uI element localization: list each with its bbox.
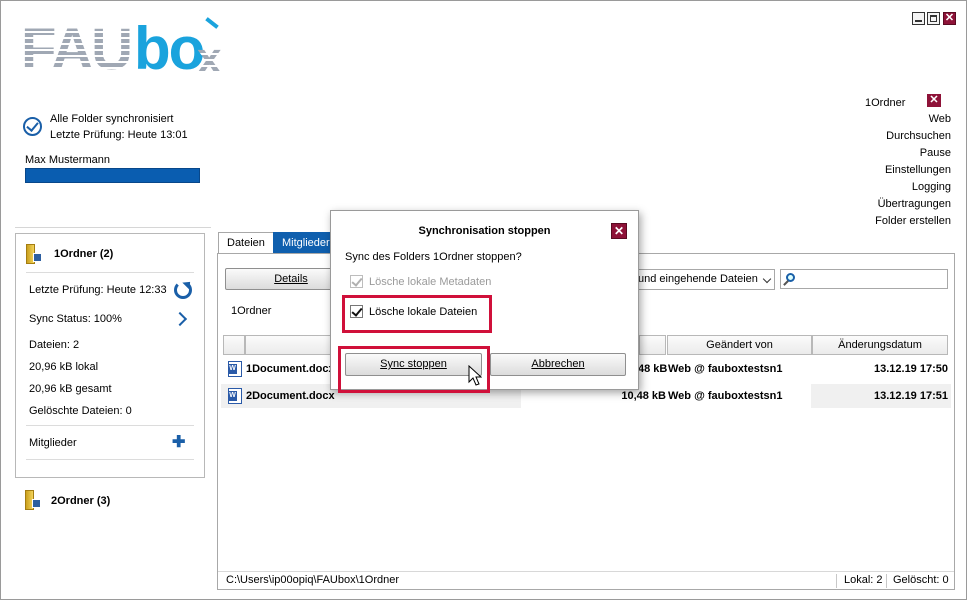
last-check-text: Letzte Prüfung: Heute 13:01 — [50, 129, 188, 141]
folder-icon — [26, 244, 42, 264]
delete-files-checkbox[interactable] — [350, 305, 363, 318]
divider — [886, 574, 887, 588]
status-local: Lokal: 2 — [844, 574, 883, 586]
menu-durchsuchen[interactable]: Durchsuchen — [886, 130, 951, 142]
word-document-icon — [228, 388, 242, 404]
divider — [26, 425, 194, 426]
logo-text-x: x — [197, 34, 222, 83]
cancel-label: Abbrechen — [531, 358, 585, 370]
sync-now-icon[interactable] — [174, 281, 192, 299]
divider — [26, 272, 194, 273]
folder-card-1ordner[interactable]: 1Ordner (2) Letzte Prüfung: Heute 12:33 … — [15, 233, 205, 478]
delete-metadata-label: Lösche lokale Metadaten — [369, 276, 492, 288]
dialog-close-icon[interactable]: ✕ — [611, 223, 627, 239]
dialog-question: Sync des Folders 1Ordner stoppen? — [345, 251, 522, 263]
file-date: 13.12.19 17:50 — [873, 363, 948, 375]
user-name: Max Mustermann — [25, 154, 110, 166]
file-changed-by: Web @ fauboxtestsn1 — [668, 390, 783, 402]
mouse-pointer-icon — [468, 365, 482, 386]
divider — [26, 459, 194, 460]
sync-ok-icon — [23, 117, 42, 136]
dialog-title: Synchronisation stoppen — [418, 225, 551, 237]
column-header-icon[interactable] — [223, 335, 245, 355]
folder-title: 1Ordner (2) — [54, 248, 114, 260]
folder-deleted-count: Gelöschte Dateien: 0 — [29, 405, 132, 417]
selected-folder-label: 1Ordner — [865, 97, 906, 109]
column-header-name[interactable] — [245, 335, 335, 355]
divider — [836, 574, 837, 588]
minimize-icon[interactable] — [912, 12, 925, 25]
close-folder-icon[interactable]: ✕ — [927, 94, 941, 107]
menu-uebertragungen[interactable]: Übertragungen — [878, 198, 951, 210]
chevron-down-icon — [762, 274, 772, 284]
logo-text-fau: FAU — [21, 17, 133, 82]
search-icon — [786, 273, 795, 282]
quota-bar — [25, 168, 200, 183]
column-header-changed-by[interactable]: Geändert von — [667, 335, 812, 355]
details-button-label: Details — [274, 273, 308, 285]
app-window: ✕ FAU bo x Alle Folder synchronisiert Le… — [0, 0, 967, 600]
menu-web[interactable]: Web — [929, 113, 951, 125]
file-name: 2Document.docx — [246, 390, 335, 402]
file-date: 13.12.19 17:51 — [873, 390, 948, 402]
word-document-icon — [228, 361, 242, 377]
folder-title-2ordner[interactable]: 2Ordner (3) — [51, 495, 110, 507]
folder-file-count: Dateien: 2 — [29, 339, 80, 351]
status-deleted: Gelöscht: 0 — [893, 574, 949, 586]
sync-status-text: Alle Folder synchronisiert — [50, 113, 174, 125]
sync-stop-label: Sync stoppen — [380, 358, 447, 370]
folder-icon — [25, 490, 41, 510]
chevron-right-icon[interactable] — [172, 311, 188, 327]
tab-mitglieder[interactable]: Mitglieder — [273, 232, 339, 254]
menu-folder-erstellen[interactable]: Folder erstellen — [875, 215, 951, 227]
folder-last-check: Letzte Prüfung: Heute 12:33 — [29, 284, 167, 296]
folder-total-size: 20,96 kB gesamt — [29, 383, 112, 395]
menu-pause[interactable]: Pause — [920, 147, 951, 159]
cancel-button[interactable]: Abbrechen — [490, 353, 626, 376]
breadcrumb: 1Ordner — [231, 305, 272, 317]
menu-logging[interactable]: Logging — [912, 181, 951, 193]
logo-accent — [205, 17, 219, 29]
column-header-size[interactable] — [639, 335, 666, 355]
sync-stop-button[interactable]: Sync stoppen — [345, 353, 482, 376]
file-name: 1Document.docx — [246, 363, 335, 375]
close-icon[interactable]: ✕ — [943, 12, 956, 25]
add-member-icon[interactable]: ✚ — [172, 432, 185, 452]
file-size: 48 kB — [638, 363, 668, 375]
column-header-date[interactable]: Änderungsdatum — [812, 335, 948, 355]
logo-text-bo: bo — [134, 15, 205, 82]
folder-sync-status: Sync Status: 100% — [29, 313, 122, 325]
folder-local-size: 20,96 kB lokal — [29, 361, 99, 373]
status-path: C:\Users\ip00opiq\FAUbox\1Ordner — [226, 574, 400, 586]
filter-dropdown[interactable]: und eingehende Dateien — [633, 269, 775, 290]
status-bar: C:\Users\ip00opiq\FAUbox\1Ordner Lokal: … — [218, 571, 954, 589]
maximize-icon[interactable] — [927, 12, 940, 25]
tab-dateien[interactable]: Dateien — [218, 232, 274, 254]
delete-files-label: Lösche lokale Dateien — [369, 306, 478, 318]
delete-metadata-checkbox — [350, 275, 363, 288]
divider — [15, 227, 211, 228]
filter-dropdown-value: und eingehende Dateien — [638, 273, 758, 285]
menu-einstellungen[interactable]: Einstellungen — [885, 164, 951, 176]
search-input[interactable] — [780, 269, 948, 289]
file-changed-by: Web @ fauboxtestsn1 — [668, 363, 783, 375]
stop-sync-dialog: Synchronisation stoppen ✕ Sync des Folde… — [330, 210, 639, 393]
folder-members-label: Mitglieder — [29, 437, 77, 449]
